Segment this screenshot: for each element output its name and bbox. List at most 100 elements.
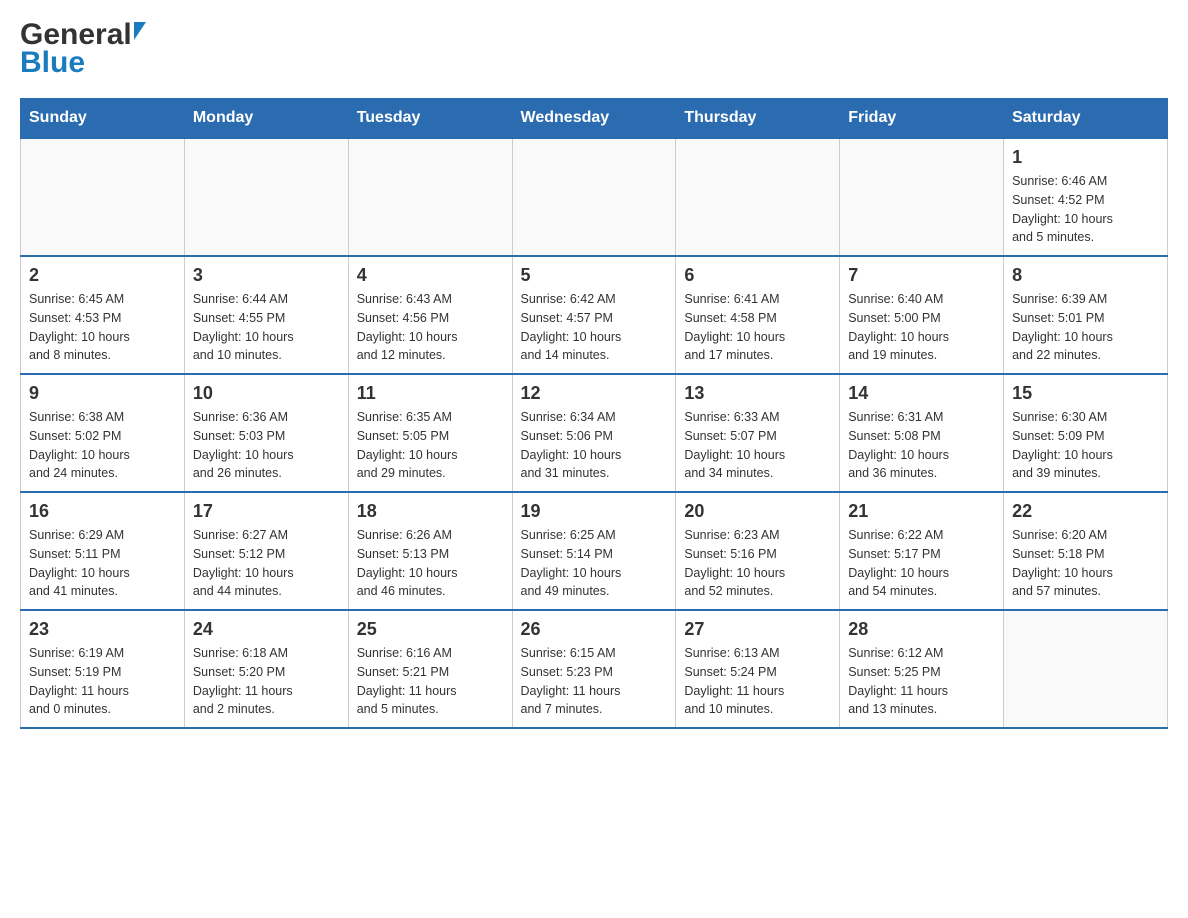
day-info: Sunrise: 6:19 AM Sunset: 5:19 PM Dayligh…: [29, 644, 176, 719]
day-info: Sunrise: 6:38 AM Sunset: 5:02 PM Dayligh…: [29, 408, 176, 483]
calendar-day-cell: 8 Sunrise: 6:39 AM Sunset: 5:01 PM Daylig…: [1004, 256, 1168, 374]
day-number: 22: [1012, 501, 1159, 522]
calendar-day-cell: 12Sunrise: 6:34 AM Sunset: 5:06 PM Dayli…: [512, 374, 676, 492]
day-number: 11: [357, 383, 504, 404]
day-info: Sunrise: 6:25 AM Sunset: 5:14 PM Dayligh…: [521, 526, 668, 601]
calendar-day-cell: 23Sunrise: 6:19 AM Sunset: 5:19 PM Dayli…: [21, 610, 185, 728]
day-info: Sunrise: 6:15 AM Sunset: 5:23 PM Dayligh…: [521, 644, 668, 719]
day-info: Sunrise: 6:36 AM Sunset: 5:03 PM Dayligh…: [193, 408, 340, 483]
day-number: 8: [1012, 265, 1159, 286]
calendar-day-cell: 3 Sunrise: 6:44 AM Sunset: 4:55 PM Daylig…: [184, 256, 348, 374]
weekday-header-row: SundayMondayTuesdayWednesdayThursdayFrid…: [21, 99, 1168, 139]
calendar-day-cell: 19 Sunrise: 6:25 AM Sunset: 5:14 PM Dayli…: [512, 492, 676, 610]
day-info: Sunrise: 6:40 AM Sunset: 5:00 PM Dayligh…: [848, 290, 995, 365]
calendar-day-cell: 17 Sunrise: 6:27 AM Sunset: 5:12 PM Dayli…: [184, 492, 348, 610]
logo-arrow-icon: [134, 22, 146, 40]
calendar-day-cell: 13 Sunrise: 6:33 AM Sunset: 5:07 PM Dayli…: [676, 374, 840, 492]
calendar-week-2: 2 Sunrise: 6:45 AM Sunset: 4:53 PM Daylig…: [21, 256, 1168, 374]
day-info: Sunrise: 6:43 AM Sunset: 4:56 PM Dayligh…: [357, 290, 504, 365]
weekday-header-friday: Friday: [840, 99, 1004, 139]
day-info: Sunrise: 6:13 AM Sunset: 5:24 PM Dayligh…: [684, 644, 831, 719]
day-number: 5: [521, 265, 668, 286]
calendar-day-cell: [512, 138, 676, 256]
calendar-day-cell: 18 Sunrise: 6:26 AM Sunset: 5:13 PM Dayli…: [348, 492, 512, 610]
day-info: Sunrise: 6:23 AM Sunset: 5:16 PM Dayligh…: [684, 526, 831, 601]
day-info: Sunrise: 6:45 AM Sunset: 4:53 PM Dayligh…: [29, 290, 176, 365]
calendar-week-3: 9 Sunrise: 6:38 AM Sunset: 5:02 PM Daylig…: [21, 374, 1168, 492]
day-number: 26: [521, 619, 668, 640]
calendar-day-cell: 6 Sunrise: 6:41 AM Sunset: 4:58 PM Daylig…: [676, 256, 840, 374]
day-info: Sunrise: 6:34 AM Sunset: 5:06 PM Dayligh…: [521, 408, 668, 483]
day-info: Sunrise: 6:29 AM Sunset: 5:11 PM Dayligh…: [29, 526, 176, 601]
calendar-day-cell: 2 Sunrise: 6:45 AM Sunset: 4:53 PM Daylig…: [21, 256, 185, 374]
day-number: 9: [29, 383, 176, 404]
calendar-day-cell: [840, 138, 1004, 256]
day-number: 1: [1012, 147, 1159, 168]
logo: General Blue: [20, 20, 146, 78]
calendar-day-cell: [184, 138, 348, 256]
day-info: Sunrise: 6:12 AM Sunset: 5:25 PM Dayligh…: [848, 644, 995, 719]
calendar-day-cell: 20 Sunrise: 6:23 AM Sunset: 5:16 PM Dayli…: [676, 492, 840, 610]
day-info: Sunrise: 6:41 AM Sunset: 4:58 PM Dayligh…: [684, 290, 831, 365]
calendar-week-4: 16 Sunrise: 6:29 AM Sunset: 5:11 PM Dayli…: [21, 492, 1168, 610]
day-number: 19: [521, 501, 668, 522]
day-info: Sunrise: 6:22 AM Sunset: 5:17 PM Dayligh…: [848, 526, 995, 601]
calendar-day-cell: 25 Sunrise: 6:16 AM Sunset: 5:21 PM Dayli…: [348, 610, 512, 728]
calendar-day-cell: 21 Sunrise: 6:22 AM Sunset: 5:17 PM Dayli…: [840, 492, 1004, 610]
calendar-day-cell: 1 Sunrise: 6:46 AM Sunset: 4:52 PM Daylig…: [1004, 138, 1168, 256]
calendar-day-cell: 22 Sunrise: 6:20 AM Sunset: 5:18 PM Dayli…: [1004, 492, 1168, 610]
calendar-week-5: 23Sunrise: 6:19 AM Sunset: 5:19 PM Dayli…: [21, 610, 1168, 728]
calendar-day-cell: 28 Sunrise: 6:12 AM Sunset: 5:25 PM Dayli…: [840, 610, 1004, 728]
day-info: Sunrise: 6:42 AM Sunset: 4:57 PM Dayligh…: [521, 290, 668, 365]
day-info: Sunrise: 6:46 AM Sunset: 4:52 PM Dayligh…: [1012, 172, 1159, 247]
day-info: Sunrise: 6:39 AM Sunset: 5:01 PM Dayligh…: [1012, 290, 1159, 365]
day-info: Sunrise: 6:27 AM Sunset: 5:12 PM Dayligh…: [193, 526, 340, 601]
day-info: Sunrise: 6:20 AM Sunset: 5:18 PM Dayligh…: [1012, 526, 1159, 601]
calendar-day-cell: 16 Sunrise: 6:29 AM Sunset: 5:11 PM Dayli…: [21, 492, 185, 610]
day-number: 6: [684, 265, 831, 286]
weekday-header-tuesday: Tuesday: [348, 99, 512, 139]
day-info: Sunrise: 6:44 AM Sunset: 4:55 PM Dayligh…: [193, 290, 340, 365]
day-number: 28: [848, 619, 995, 640]
calendar-day-cell: 5 Sunrise: 6:42 AM Sunset: 4:57 PM Daylig…: [512, 256, 676, 374]
calendar-day-cell: 15Sunrise: 6:30 AM Sunset: 5:09 PM Dayli…: [1004, 374, 1168, 492]
day-number: 18: [357, 501, 504, 522]
weekday-header-saturday: Saturday: [1004, 99, 1168, 139]
day-info: Sunrise: 6:35 AM Sunset: 5:05 PM Dayligh…: [357, 408, 504, 483]
logo-blue-text: Blue: [20, 48, 146, 78]
day-number: 21: [848, 501, 995, 522]
calendar-day-cell: 9 Sunrise: 6:38 AM Sunset: 5:02 PM Daylig…: [21, 374, 185, 492]
day-number: 17: [193, 501, 340, 522]
calendar-day-cell: [676, 138, 840, 256]
calendar-week-1: 1 Sunrise: 6:46 AM Sunset: 4:52 PM Daylig…: [21, 138, 1168, 256]
calendar-day-cell: 11 Sunrise: 6:35 AM Sunset: 5:05 PM Dayli…: [348, 374, 512, 492]
day-number: 25: [357, 619, 504, 640]
day-info: Sunrise: 6:30 AM Sunset: 5:09 PM Dayligh…: [1012, 408, 1159, 483]
weekday-header-monday: Monday: [184, 99, 348, 139]
day-number: 20: [684, 501, 831, 522]
day-number: 10: [193, 383, 340, 404]
day-info: Sunrise: 6:16 AM Sunset: 5:21 PM Dayligh…: [357, 644, 504, 719]
day-info: Sunrise: 6:33 AM Sunset: 5:07 PM Dayligh…: [684, 408, 831, 483]
calendar-day-cell: [21, 138, 185, 256]
calendar-day-cell: [1004, 610, 1168, 728]
day-info: Sunrise: 6:31 AM Sunset: 5:08 PM Dayligh…: [848, 408, 995, 483]
day-info: Sunrise: 6:18 AM Sunset: 5:20 PM Dayligh…: [193, 644, 340, 719]
calendar-day-cell: 24Sunrise: 6:18 AM Sunset: 5:20 PM Dayli…: [184, 610, 348, 728]
day-info: Sunrise: 6:26 AM Sunset: 5:13 PM Dayligh…: [357, 526, 504, 601]
day-number: 7: [848, 265, 995, 286]
day-number: 4: [357, 265, 504, 286]
weekday-header-sunday: Sunday: [21, 99, 185, 139]
calendar-table: SundayMondayTuesdayWednesdayThursdayFrid…: [20, 98, 1168, 729]
calendar-day-cell: 27 Sunrise: 6:13 AM Sunset: 5:24 PM Dayli…: [676, 610, 840, 728]
day-number: 2: [29, 265, 176, 286]
calendar-day-cell: 14 Sunrise: 6:31 AM Sunset: 5:08 PM Dayli…: [840, 374, 1004, 492]
weekday-header-thursday: Thursday: [676, 99, 840, 139]
day-number: 14: [848, 383, 995, 404]
day-number: 3: [193, 265, 340, 286]
day-number: 27: [684, 619, 831, 640]
day-number: 13: [684, 383, 831, 404]
calendar-day-cell: 4 Sunrise: 6:43 AM Sunset: 4:56 PM Daylig…: [348, 256, 512, 374]
day-number: 16: [29, 501, 176, 522]
calendar-day-cell: 7 Sunrise: 6:40 AM Sunset: 5:00 PM Daylig…: [840, 256, 1004, 374]
